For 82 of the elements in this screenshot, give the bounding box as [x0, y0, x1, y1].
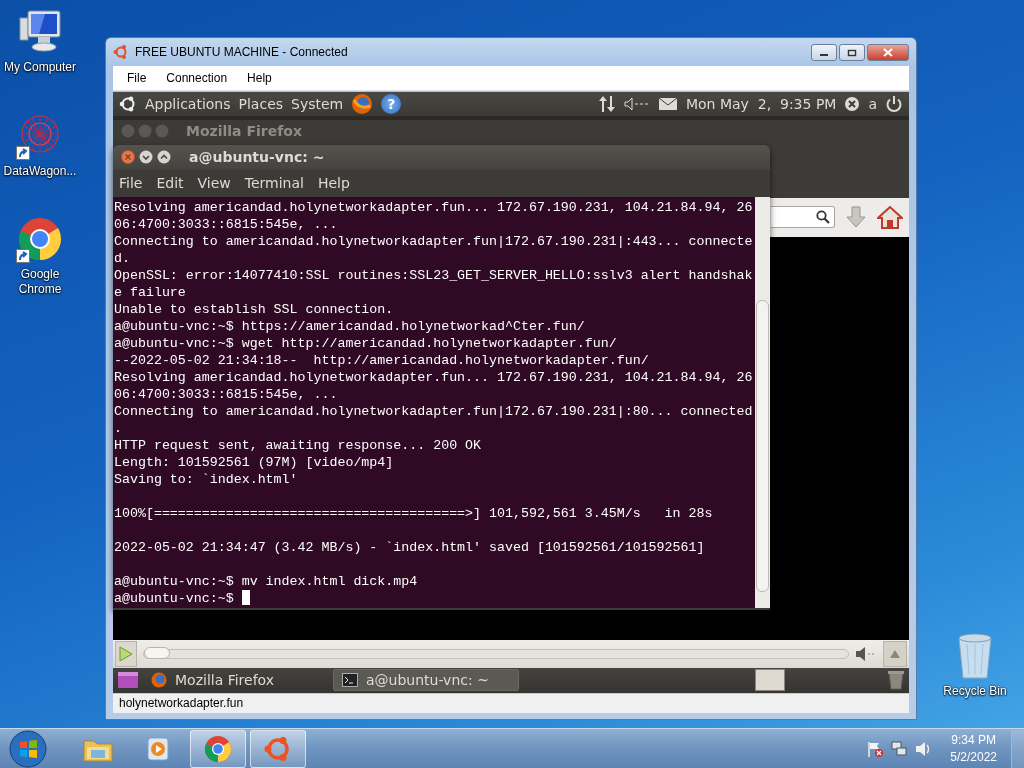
shortcut-arrow-icon — [16, 146, 30, 160]
scrollbar[interactable] — [755, 196, 770, 608]
menu-item[interactable]: Places — [238, 95, 284, 112]
taskbar-button[interactable]: Mozilla Firefox — [143, 669, 329, 692]
window-title: a@ubuntu-vnc: ~ — [189, 149, 325, 166]
terminal-line: a@ubuntu-vnc:~$ https://americandad.holynetworkad^Cter.fun/ — [114, 318, 585, 334]
ubuntu-logo-icon — [113, 44, 129, 61]
terminal-line: a@ubuntu-vnc:~$ wget http://americandad.holynetworkadapter.fun/ — [114, 335, 617, 351]
minimize-icon[interactable] — [139, 150, 153, 165]
icon-label: Recycle Bin — [942, 684, 1008, 699]
close-icon[interactable] — [121, 150, 135, 165]
trash-icon[interactable] — [887, 670, 905, 691]
terminal-line: Saving to: `index.html' — [114, 471, 298, 487]
menu-item[interactable]: File — [127, 70, 147, 85]
icon-label: My Computer — [3, 60, 77, 75]
window-title: FREE UBUNTU MACHINE - Connected — [135, 45, 349, 60]
menu-item[interactable]: Help — [247, 70, 272, 85]
terminal-line: --2022-05-02 21:34:18-- http://americandad.holynetworkadapter.fun/ — [114, 352, 649, 368]
home-icon[interactable] — [877, 205, 903, 230]
scrollbar-thumb[interactable] — [756, 299, 769, 592]
ubuntu-logo-icon[interactable] — [119, 94, 137, 113]
terminal-line: Connecting to americandad.holynetworkadapter.fun|172.67.190.231|:80... connected — [114, 403, 753, 419]
terminal-line: Connecting to americandad.holynetworkadapter.fun|172.67.190.231|:443... connecte — [114, 233, 753, 249]
clock[interactable]: Mon May 2, 9:35 PM — [685, 95, 837, 112]
eject-button[interactable] — [883, 640, 907, 667]
terminal-line: OpenSSL: error:14077410:SSL routines:SSL23_GET_SERVER_HELLO:sslv3 alert handshak — [114, 267, 753, 283]
menu-item[interactable]: Terminal — [244, 175, 304, 192]
network-arrows-icon[interactable] — [597, 94, 616, 113]
terminal-line: 2022-05-02 21:34:47 (3.42 MB/s) - `index.html' saved [101592561/101592561] — [114, 539, 705, 555]
envelope-icon[interactable] — [657, 96, 678, 111]
maximize-button[interactable] — [839, 44, 865, 61]
maximize-icon[interactable] — [847, 48, 857, 57]
menu-item[interactable]: View — [197, 175, 231, 192]
taskbar-button[interactable] — [250, 729, 306, 768]
window-title: Mozilla Firefox — [186, 122, 302, 139]
menu-item[interactable]: Connection — [166, 70, 228, 85]
close-button[interactable] — [867, 44, 909, 61]
minimize-button[interactable] — [811, 44, 837, 61]
seek-slider[interactable] — [143, 648, 849, 659]
triangle-up-icon[interactable] — [890, 649, 900, 658]
terminal-line: 06:4700:3033::6815:545e, ... — [114, 386, 338, 402]
show-desktop-icon[interactable] — [117, 670, 139, 691]
power-icon[interactable] — [885, 94, 903, 113]
terminal-icon — [342, 673, 358, 688]
flag-error-icon[interactable] — [866, 739, 885, 758]
chrome-icon[interactable] — [203, 733, 233, 764]
icon-label: Google Chrome — [17, 267, 63, 297]
terminal-line: a@ubuntu-vnc:~$ — [114, 590, 235, 606]
firefox-icon[interactable] — [351, 92, 374, 115]
menu-item[interactable]: Applications — [145, 95, 231, 112]
terminal-line: Resolving americandad.holynetworkadapter.fun... 172.67.190.231, 104.21.84.94, 26 — [114, 199, 753, 215]
terminal-line: HTTP request sent, awaiting response... 200 OK — [114, 437, 482, 453]
status-icon[interactable] — [844, 95, 861, 112]
menu-item[interactable]: Edit — [156, 175, 184, 192]
icon-label: DataWagon... — [2, 164, 78, 179]
shortcut-arrow-icon — [16, 249, 30, 263]
user-name[interactable]: a — [868, 95, 877, 112]
terminal-line: 100%[=======================================>] 101,592,561 3.45M/s in 28s — [114, 505, 713, 521]
taskbar-button[interactable]: a@ubuntu-vnc: ~ — [333, 669, 519, 692]
terminal-line: a@ubuntu-vnc:~$ mv index.html dick.mp4 — [114, 573, 418, 589]
terminal-line: 06:4700:3033::6815:545e, ... — [114, 216, 338, 232]
chrome-icon[interactable] — [16, 215, 64, 263]
slider-thumb[interactable] — [144, 646, 170, 659]
terminal-line: . — [114, 420, 122, 436]
firefox-icon — [151, 672, 167, 689]
search-field[interactable] — [771, 206, 835, 229]
terminal-line: Length: 101592561 (97M) [video/mp4] — [114, 454, 394, 470]
menu-item[interactable]: Help — [317, 175, 350, 192]
terminal-line: d. — [114, 250, 130, 266]
menu-item[interactable]: File — [119, 175, 143, 192]
speaker-icon[interactable] — [623, 96, 650, 111]
speaker-icon[interactable] — [855, 645, 877, 662]
terminal-line: Unable to establish SSL connection. — [114, 301, 394, 317]
terminal-line: e failure — [114, 284, 186, 300]
terminal-line: Resolving americandad.holynetworkadapter.fun... 172.67.190.231, 104.21.84.94, 26 — [114, 369, 753, 385]
workspace-switcher[interactable] — [755, 669, 785, 692]
search-icon[interactable] — [816, 210, 830, 225]
menu-item[interactable]: System — [291, 95, 344, 112]
maximize-icon[interactable] — [157, 150, 171, 165]
network-icon[interactable] — [890, 739, 909, 758]
status-bar: holynetworkadapter.fun — [113, 693, 909, 713]
taskbar-button[interactable] — [190, 729, 246, 768]
